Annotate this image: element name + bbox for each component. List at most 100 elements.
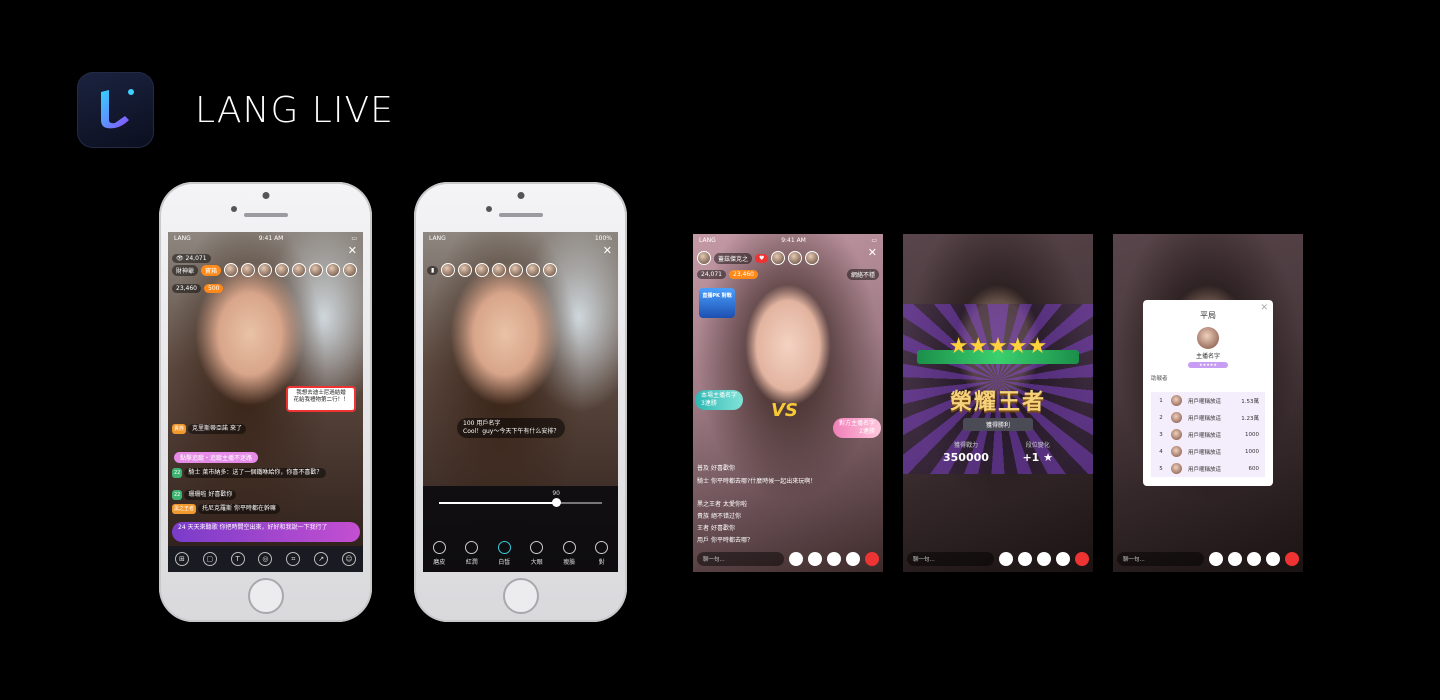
present-icon[interactable] xyxy=(865,552,879,566)
user-icon[interactable]: ☺ xyxy=(341,552,356,566)
audience-avatar[interactable] xyxy=(475,263,490,277)
audience-avatar[interactable] xyxy=(788,251,803,265)
message-icon[interactable]: ▢ xyxy=(202,552,217,566)
chat-input[interactable]: 聊一句... xyxy=(907,552,994,566)
list-item[interactable]: 4 用戶暱稱放這 1000 xyxy=(1151,443,1265,460)
stat-value: 350000 xyxy=(943,451,989,464)
mail-icon[interactable] xyxy=(1247,552,1261,566)
list-item[interactable]: 1 用戶暱稱放這 1.53萬 xyxy=(1151,392,1265,409)
beauty-label: 對 xyxy=(598,559,605,566)
gift-box-icon[interactable] xyxy=(789,552,803,566)
beauty-option-more[interactable]: 對 xyxy=(595,541,609,566)
chat-text: 萊市納多：送了一個鐵咻給你，你喜不喜歡？ xyxy=(202,469,323,476)
list-item[interactable]: 2 用戶暱稱放這 1.23萬 xyxy=(1151,409,1265,426)
chat-tag: 黑之王者 xyxy=(697,501,722,508)
pk-badge[interactable]: 直播PK 對戰 xyxy=(699,288,735,318)
host-avatar[interactable] xyxy=(697,251,711,265)
mail-icon[interactable] xyxy=(1037,552,1051,566)
shop-icon[interactable] xyxy=(846,552,860,566)
present-icon[interactable] xyxy=(1075,552,1089,566)
beauty-label: 大眼 xyxy=(530,559,543,566)
audience-avatar[interactable] xyxy=(241,263,256,277)
chat-message: 22 騎士 萊市納多：送了一個鐵咻給你，你喜不喜歡？ xyxy=(172,468,327,478)
audience-avatar[interactable] xyxy=(458,263,473,277)
chat-input[interactable]: 聊一句... xyxy=(1117,552,1204,566)
beauty-option-slim-face[interactable]: 瘦臉 xyxy=(562,541,576,566)
rank-name: 用戶暱稱放這 xyxy=(1188,398,1222,405)
badge-treasure[interactable]: 寶箱 xyxy=(201,264,222,276)
pk-host-left[interactable]: 本場主播名字 3連勝 xyxy=(695,390,744,410)
gift-box-icon[interactable] xyxy=(999,552,1013,566)
chat-text: 你平時都在幹嘛 xyxy=(233,505,276,512)
share-icon[interactable]: ↗ xyxy=(314,552,329,566)
close-icon[interactable]: ✕ xyxy=(603,244,612,257)
gift-line-2: 花給我禮物第二行！！ xyxy=(293,397,349,403)
audience-avatar[interactable] xyxy=(309,263,324,277)
audience-avatar[interactable] xyxy=(492,263,507,277)
pk-host-right[interactable]: 對方主播名字 2連勝 xyxy=(832,418,881,438)
heart-icon[interactable]: ♥ xyxy=(755,253,769,263)
gift-box-icon[interactable] xyxy=(1209,552,1223,566)
list-item[interactable]: 5 用戶暱稱放這 600 xyxy=(1151,460,1265,477)
audience-avatar[interactable] xyxy=(543,263,558,277)
stat-label: 獲得戰力 xyxy=(953,442,978,449)
shop-icon[interactable] xyxy=(1266,552,1280,566)
audience-avatar[interactable] xyxy=(771,251,786,265)
bottom-bar: 聊一句... xyxy=(697,550,879,568)
audience-avatar[interactable] xyxy=(224,263,239,277)
beauty-label: 紅潤 xyxy=(465,559,478,566)
screen-pk-draw: ✕ 平局 主播名字 ★★★★★ 助戰者 1 用戶暱稱放這 1.53萬 2 用戶暱稱放這… xyxy=(1113,234,1303,572)
beauty-option-whiten[interactable]: 白皙 xyxy=(497,541,511,566)
audience-avatar[interactable] xyxy=(441,263,456,277)
close-icon[interactable]: ✕ xyxy=(1260,303,1268,313)
audience-avatar[interactable] xyxy=(805,251,820,265)
viewer-count: 24,071 xyxy=(697,269,726,279)
rank-number: 4 xyxy=(1159,448,1163,455)
audience-avatar[interactable] xyxy=(509,263,524,277)
chat-name: 托尼克羅斯 xyxy=(202,505,233,512)
beauty-option-big-eye[interactable]: 大眼 xyxy=(530,541,544,566)
slider-knob[interactable] xyxy=(552,498,562,507)
follow-prompt[interactable]: 點擊追蹤・追蹤主播不迷路 xyxy=(174,452,259,463)
avatar xyxy=(1171,412,1182,423)
status-time: 9:41 AM xyxy=(258,234,284,242)
edit-icon[interactable] xyxy=(1018,552,1032,566)
chat-tag: 黑之王者 xyxy=(172,504,197,514)
coin-row: 23,460 500 xyxy=(172,278,359,298)
audience-avatar[interactable] xyxy=(526,263,541,277)
contrast-icon xyxy=(595,541,609,554)
status-bar: LANG 9:41 AM ▭ xyxy=(693,234,883,246)
present-icon[interactable] xyxy=(1285,552,1299,566)
audience-avatar[interactable] xyxy=(275,263,290,277)
carrier: LANG xyxy=(699,236,716,244)
audience-avatar[interactable] xyxy=(258,263,273,277)
list-item[interactable]: 3 用戶暱稱放這 1000 xyxy=(1151,426,1265,443)
audience-avatar[interactable] xyxy=(326,263,341,277)
audience-avatar[interactable] xyxy=(343,263,358,277)
rank-number: 2 xyxy=(1159,414,1163,421)
shop-icon[interactable] xyxy=(1056,552,1070,566)
edit-icon[interactable] xyxy=(1228,552,1242,566)
vs-label: VS xyxy=(771,400,798,421)
lang-logo-icon xyxy=(101,89,134,129)
text-icon[interactable]: T xyxy=(230,552,245,566)
beauty-option-rosy[interactable]: 紅潤 xyxy=(465,541,479,566)
rank-name: 用戶暱稱放這 xyxy=(1188,432,1222,439)
slider-fill xyxy=(439,502,557,504)
badge-wealth[interactable]: ▮ xyxy=(427,265,439,275)
beauty-option-smooth[interactable]: 磨皮 xyxy=(432,541,446,566)
chat-text: 絕不错过你 xyxy=(711,513,742,520)
beauty-slider[interactable]: 90 xyxy=(439,490,602,507)
edit-icon[interactable] xyxy=(808,552,822,566)
audience-avatar[interactable] xyxy=(292,263,307,277)
screen-pk-battle: LANG 9:41 AM ▭ 蓋茲傑克之 ♥ ✕ 24,071 23,460 網… xyxy=(693,234,883,572)
chat-input[interactable]: 聊一句... xyxy=(697,552,784,566)
gift-icon[interactable]: ◎ xyxy=(258,552,273,566)
crop-icon[interactable]: ⌗ xyxy=(286,552,301,566)
close-icon[interactable]: ✕ xyxy=(868,246,877,259)
mail-icon[interactable] xyxy=(827,552,841,566)
pk-host-name: 本場主播名字 xyxy=(701,392,738,399)
more-icon[interactable]: ⊞ xyxy=(174,552,189,566)
battery-level: 100% xyxy=(594,234,612,242)
badge-wealth[interactable]: 財神爺 xyxy=(172,264,199,276)
